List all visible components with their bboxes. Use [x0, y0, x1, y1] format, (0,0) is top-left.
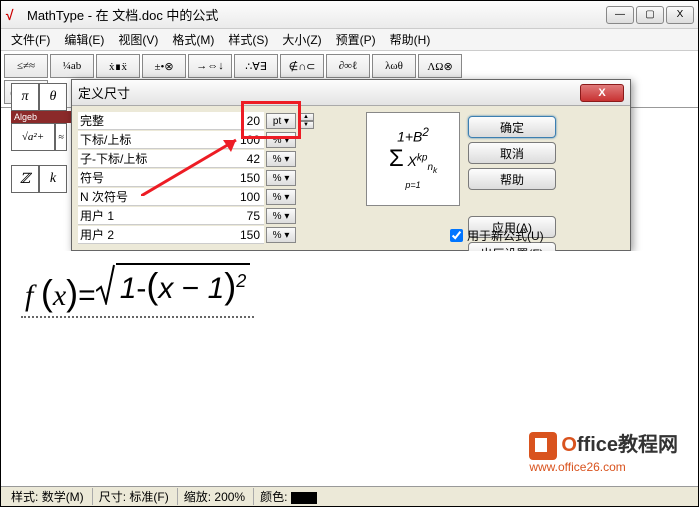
dialog-titlebar[interactable]: 定义尺寸 X	[72, 80, 630, 106]
use-new-formula-checkbox[interactable]: 用于新公式(U)	[450, 227, 544, 244]
menu-file[interactable]: 文件(F)	[5, 29, 56, 50]
tool-spaces[interactable]: ¼ab	[50, 54, 94, 78]
menu-format[interactable]: 格式(M)	[166, 29, 220, 50]
label-subsymbol: N 次符号	[78, 188, 208, 206]
spinner-up[interactable]: ▲	[298, 113, 314, 121]
status-zoom[interactable]: 缩放: 200%	[177, 488, 245, 505]
help-button[interactable]: 帮助	[468, 168, 556, 190]
watermark: Office教程网 www.office26.com	[529, 428, 678, 474]
status-color[interactable]: 颜色:	[253, 488, 317, 505]
row-subsymbol: N 次符号 100 % ▾	[78, 188, 358, 206]
input-full[interactable]: 20	[208, 112, 264, 130]
label-full: 完整	[78, 112, 208, 130]
checkbox-label: 用于新公式(U)	[467, 227, 544, 244]
unit-symbol[interactable]: % ▾	[266, 170, 296, 186]
label-user1: 用户 1	[78, 207, 208, 225]
menu-size[interactable]: 大小(Z)	[276, 29, 327, 50]
window-title: MathType - 在 文档.doc 中的公式	[27, 5, 606, 24]
define-sizes-dialog: 定义尺寸 X 完整 20 pt ▾ ▲▼ 下标/上标 100 % ▾ 子-下标/…	[71, 79, 631, 251]
status-bar: 样式: 数学(M) 尺寸: 标准(F) 缩放: 200% 颜色:	[1, 486, 698, 506]
menu-edit[interactable]: 编辑(E)	[58, 29, 110, 50]
app-icon: √	[5, 7, 21, 23]
input-subsymbol[interactable]: 100	[208, 188, 264, 206]
tool-operators[interactable]: ±•⊗	[142, 54, 186, 78]
menu-style[interactable]: 样式(S)	[222, 29, 274, 50]
row-user2: 用户 2 150 % ▾	[78, 226, 358, 244]
ok-button[interactable]: 确定	[468, 116, 556, 138]
palette-tab-algebra[interactable]: Algeb	[11, 111, 71, 123]
palette-k[interactable]: k	[39, 165, 67, 193]
palette-rel[interactable]: ≈	[55, 123, 67, 151]
input-user1[interactable]: 75	[208, 207, 264, 225]
label-subscript: 下标/上标	[78, 131, 208, 149]
watermark-url: www.office26.com	[529, 460, 678, 474]
minimize-button[interactable]: —	[606, 6, 634, 24]
row-subsubscript: 子-下标/上标 42 % ▾	[78, 150, 358, 168]
preview-formula: 1+B2Σ Xkpnkp=1	[366, 112, 460, 206]
palette-pi[interactable]: π	[11, 83, 39, 111]
spinner-down[interactable]: ▼	[298, 121, 314, 129]
tool-arrows[interactable]: →⇔↓	[188, 54, 232, 78]
tool-misc[interactable]: ∂∞ℓ	[326, 54, 370, 78]
input-symbol[interactable]: 150	[208, 169, 264, 187]
close-button[interactable]: X	[666, 6, 694, 24]
label-symbol: 符号	[78, 169, 208, 187]
menu-help[interactable]: 帮助(H)	[384, 29, 437, 50]
watermark-icon	[529, 432, 557, 460]
palette-z[interactable]: ℤ	[11, 165, 39, 193]
menu-view[interactable]: 视图(V)	[112, 29, 164, 50]
row-subscript: 下标/上标 100 % ▾	[78, 131, 358, 149]
tool-logic[interactable]: ∴∀∃	[234, 54, 278, 78]
checkbox-input[interactable]	[450, 229, 463, 242]
dialog-close-button[interactable]: X	[580, 84, 624, 102]
window-titlebar: √ MathType - 在 文档.doc 中的公式 — ▢ X	[1, 1, 698, 29]
palette-theta[interactable]: θ	[39, 83, 67, 111]
input-subscript[interactable]: 100	[208, 131, 264, 149]
unit-subsubscript[interactable]: % ▾	[266, 151, 296, 167]
menu-bar: 文件(F) 编辑(E) 视图(V) 格式(M) 样式(S) 大小(Z) 预置(P…	[1, 29, 698, 51]
row-full: 完整 20 pt ▾ ▲▼	[78, 112, 358, 130]
unit-user2[interactable]: % ▾	[266, 227, 296, 243]
color-swatch[interactable]	[291, 492, 317, 504]
cancel-button[interactable]: 取消	[468, 142, 556, 164]
menu-preset[interactable]: 预置(P)	[330, 29, 382, 50]
label-user2: 用户 2	[78, 226, 208, 244]
tool-sets[interactable]: ∉∩⊂	[280, 54, 324, 78]
unit-subscript[interactable]: % ▾	[266, 132, 296, 148]
tool-greek-lower[interactable]: λωθ	[372, 54, 416, 78]
unit-full[interactable]: pt ▾	[266, 113, 296, 129]
watermark-brand-text: ffice教程网	[577, 434, 678, 456]
main-formula[interactable]: f (x)=1-(x − 1)2	[21, 261, 254, 318]
input-user2[interactable]: 150	[208, 226, 264, 244]
tool-relations[interactable]: ≤≠≈	[4, 54, 48, 78]
maximize-button[interactable]: ▢	[636, 6, 664, 24]
row-symbol: 符号 150 % ▾	[78, 169, 358, 187]
label-subsubscript: 子-下标/上标	[78, 150, 208, 168]
tool-greek-upper[interactable]: ΛΩ⊗	[418, 54, 462, 78]
input-subsubscript[interactable]: 42	[208, 150, 264, 168]
sizes-table: 完整 20 pt ▾ ▲▼ 下标/上标 100 % ▾ 子-下标/上标 42 %…	[78, 112, 358, 264]
watermark-brand-o: O	[561, 434, 577, 456]
row-user1: 用户 1 75 % ▾	[78, 207, 358, 225]
palette-sqrt[interactable]: √a²+	[11, 123, 55, 151]
status-size[interactable]: 尺寸: 标准(F)	[92, 488, 169, 505]
status-style[interactable]: 样式: 数学(M)	[5, 488, 84, 505]
palette-sidebar: π θ Algeb √a²+ ≈ ℤ k	[11, 83, 71, 193]
unit-user1[interactable]: % ▾	[266, 208, 296, 224]
dialog-title: 定义尺寸	[78, 83, 580, 102]
unit-subsymbol[interactable]: % ▾	[266, 189, 296, 205]
tool-embellish[interactable]: ẋ∎ẍ	[96, 54, 140, 78]
